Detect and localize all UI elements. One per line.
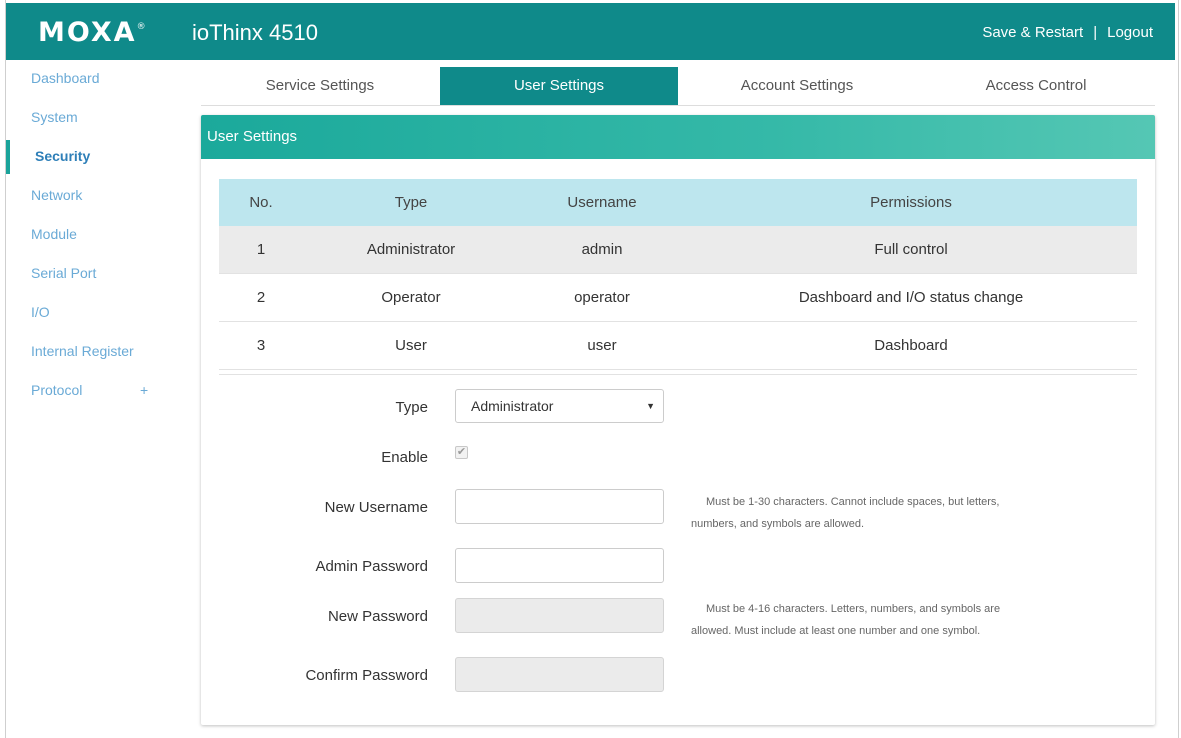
sidebar-item-network[interactable]: Network xyxy=(6,177,186,216)
type-label: Type xyxy=(395,399,428,416)
cell-type: Operator xyxy=(303,273,519,322)
new-username-label: New Username xyxy=(324,499,428,516)
tab-service-settings[interactable]: Service Settings xyxy=(201,67,439,105)
sidebar-item-security[interactable]: Security xyxy=(6,138,186,177)
sidebar-item-internal-register[interactable]: Internal Register xyxy=(6,333,186,372)
admin-password-label: Admin Password xyxy=(315,558,428,575)
logout-link[interactable]: Logout xyxy=(1107,24,1153,41)
table-header-row: No. Type Username Permissions xyxy=(219,179,1137,226)
username-hint-line1: Must be 1-30 characters. Cannot include … xyxy=(706,496,1000,508)
moxa-logo: MOXA® xyxy=(38,17,146,48)
cell-permissions: Dashboard xyxy=(685,321,1137,370)
save-restart-link[interactable]: Save & Restart xyxy=(982,24,1083,41)
cell-no: 3 xyxy=(219,321,303,370)
table-row[interactable]: 1 Administrator admin Full control xyxy=(219,226,1137,274)
tab-access-control[interactable]: Access Control xyxy=(917,67,1155,105)
form-divider xyxy=(219,374,1137,375)
cell-username: user xyxy=(519,321,685,370)
new-password-input[interactable] xyxy=(455,598,664,633)
sidebar-item-module[interactable]: Module xyxy=(6,216,186,255)
cell-permissions: Full control xyxy=(685,226,1137,274)
confirm-password-input[interactable] xyxy=(455,657,664,692)
sidebar-item-io[interactable]: I/O xyxy=(6,294,186,333)
column-header-username: Username xyxy=(519,179,685,226)
sidebar-item-protocol[interactable]: Protocol + xyxy=(6,372,186,411)
sidebar-item-serial-port[interactable]: Serial Port xyxy=(6,255,186,294)
tab-account-settings[interactable]: Account Settings xyxy=(678,67,916,105)
sidebar-nav: Dashboard System Security Network Module… xyxy=(6,60,186,411)
cell-permissions: Dashboard and I/O status change xyxy=(685,273,1137,322)
table-row[interactable]: 3 User user Dashboard xyxy=(219,321,1137,370)
password-hint-line2: allowed. Must include at least one numbe… xyxy=(691,625,981,637)
admin-password-input[interactable] xyxy=(455,548,664,583)
username-hint-line2: numbers, and symbols are allowed. xyxy=(691,518,865,530)
cell-type: Administrator xyxy=(303,226,519,274)
panel-title: User Settings xyxy=(207,128,298,145)
users-table: No. Type Username Permissions 1 Administ… xyxy=(219,179,1137,370)
user-settings-panel: User Settings No. Type Username Permissi… xyxy=(201,115,1155,725)
settings-tabs: Service Settings User Settings Account S… xyxy=(201,67,1155,106)
product-name: ioThinx 4510 xyxy=(192,20,318,45)
enable-label: Enable xyxy=(381,449,428,466)
column-header-type: Type xyxy=(303,179,519,226)
cell-username: admin xyxy=(519,226,685,274)
confirm-password-label: Confirm Password xyxy=(305,667,428,684)
tab-user-settings[interactable]: User Settings xyxy=(440,67,678,105)
checkmark-icon: ✔ xyxy=(456,446,467,458)
type-select-value: Administrator xyxy=(471,398,554,414)
cell-no: 1 xyxy=(219,226,303,274)
sidebar-item-dashboard[interactable]: Dashboard xyxy=(6,60,186,99)
new-username-input[interactable] xyxy=(455,489,664,524)
column-header-no: No. xyxy=(219,179,303,226)
password-hint: Must be 4-16 characters. Letters, number… xyxy=(691,598,1051,642)
cell-username: operator xyxy=(519,273,685,322)
column-header-permissions: Permissions xyxy=(685,179,1137,226)
password-hint-line1: Must be 4-16 characters. Letters, number… xyxy=(706,603,1001,615)
panel-header: User Settings xyxy=(201,115,1155,159)
enable-checkbox[interactable]: ✔ xyxy=(455,446,468,459)
table-row[interactable]: 2 Operator operator Dashboard and I/O st… xyxy=(219,273,1137,322)
header-separator: | xyxy=(1093,24,1098,41)
cell-no: 2 xyxy=(219,273,303,322)
expand-plus-icon[interactable]: + xyxy=(140,372,148,408)
chevron-down-icon: ▼ xyxy=(646,401,655,411)
sidebar-item-label: Protocol xyxy=(31,382,83,398)
username-hint: Must be 1-30 characters. Cannot include … xyxy=(691,491,1051,535)
sidebar-item-system[interactable]: System xyxy=(6,99,186,138)
type-select[interactable]: Administrator ▼ xyxy=(455,389,664,423)
cell-type: User xyxy=(303,321,519,370)
top-header: MOXA® ioThinx 4510 Save & Restart | Logout xyxy=(6,3,1175,60)
header-actions: Save & Restart | Logout xyxy=(982,24,1153,41)
new-password-label: New Password xyxy=(327,608,428,625)
